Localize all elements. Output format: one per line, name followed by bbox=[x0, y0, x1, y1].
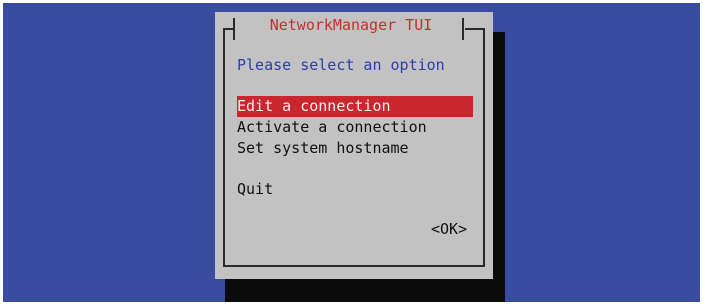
title-bracket-left bbox=[233, 18, 235, 40]
nmtui-dialog: NetworkManager TUI Please select an opti… bbox=[215, 12, 493, 279]
ok-button[interactable]: <OK> bbox=[431, 220, 467, 238]
title-bracket-right bbox=[462, 18, 464, 40]
prompt-text: Please select an option bbox=[237, 56, 445, 74]
dialog-title: NetworkManager TUI bbox=[269, 16, 433, 34]
option-menu: Edit a connection Activate a connection … bbox=[237, 96, 473, 200]
frame-border-top-left bbox=[223, 28, 233, 30]
frame-border-left bbox=[223, 28, 225, 267]
menu-spacer bbox=[237, 159, 473, 179]
frame-border-right bbox=[483, 28, 485, 267]
menu-item-set-hostname[interactable]: Set system hostname bbox=[237, 138, 473, 159]
menu-item-edit-connection[interactable]: Edit a connection bbox=[237, 96, 473, 117]
menu-item-quit[interactable]: Quit bbox=[237, 179, 473, 200]
frame-border-top-right bbox=[465, 28, 485, 30]
menu-item-activate-connection[interactable]: Activate a connection bbox=[237, 117, 473, 138]
frame-border-bottom bbox=[223, 265, 485, 267]
